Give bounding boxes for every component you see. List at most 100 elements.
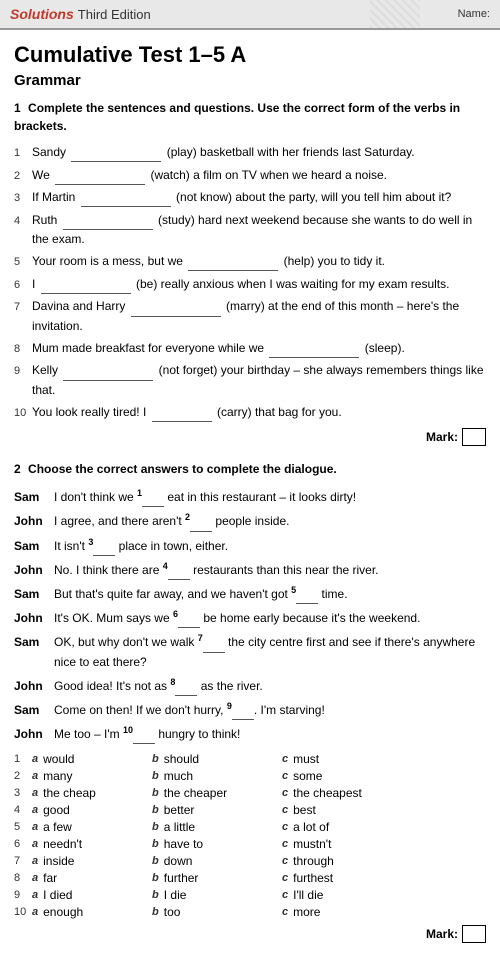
blank-2[interactable] [55, 171, 145, 185]
choice-7-b-label: b [152, 855, 159, 867]
choice-3-a[interactable]: a the cheap [32, 786, 152, 800]
dialogue-blank-5[interactable] [296, 591, 318, 604]
choice-7-c[interactable]: c through [282, 854, 402, 868]
sent-num-2: 2 [14, 168, 32, 186]
choice-2-b[interactable]: b much [152, 769, 282, 783]
choice-5-a[interactable]: a a few [32, 820, 152, 834]
choice-6-a[interactable]: a needn't [32, 837, 152, 851]
dialogue-blank-8[interactable] [175, 683, 197, 696]
sent-text-2: We (watch) a film on TV when we heard a … [32, 166, 486, 185]
sent-num-8: 8 [14, 341, 32, 359]
choice-7-a-text: inside [43, 854, 74, 868]
blank-7[interactable] [131, 303, 221, 317]
q2-mark-square [462, 925, 486, 943]
choice-4-a[interactable]: a good [32, 803, 152, 817]
sent-num-6: 6 [14, 277, 32, 295]
q1-mark-label: Mark: [426, 430, 458, 444]
blank-6[interactable] [41, 280, 131, 294]
sent-num-3: 3 [14, 190, 32, 208]
choice-7-b[interactable]: b down [152, 854, 282, 868]
dialogue-text-sam-5: Come on then! If we don't hurry, 9. I'm … [54, 699, 486, 720]
choice-8-a[interactable]: a far [32, 871, 152, 885]
dialogue-row-sam-2: Sam It isn't 3 place in town, either. [14, 535, 486, 556]
choice-9-a-text: I died [43, 888, 72, 902]
choice-6-c[interactable]: c mustn't [282, 837, 402, 851]
choice-5-b-label: b [152, 821, 159, 833]
dialogue-blank-1[interactable] [142, 494, 164, 507]
choice-8-c[interactable]: c furthest [282, 871, 402, 885]
choice-row-7: 7 a inside b down c through [14, 854, 486, 868]
dialogue-text-john-3: It's OK. Mum says we 6 be home early bec… [54, 607, 486, 628]
dialogue-row-john-5: John Me too – I'm 10 hungry to think! [14, 723, 486, 744]
blank-3[interactable] [81, 193, 171, 207]
choice-4-a-label: a [32, 804, 38, 816]
sentence-row-8: 8 Mum made breakfast for everyone while … [14, 339, 486, 359]
dialogue-blank-4[interactable] [168, 567, 190, 580]
sentence-row-1: 1 Sandy (play) basketball with her frien… [14, 143, 486, 163]
blank-9[interactable] [63, 367, 153, 381]
sent-num-4: 4 [14, 213, 32, 231]
choice-2-c-text: some [293, 769, 322, 783]
choice-6-c-label: c [282, 838, 288, 850]
choice-5-c[interactable]: c a lot of [282, 820, 402, 834]
choice-row-1: 1 a would b should c must [14, 752, 486, 766]
choice-8-b-label: b [152, 872, 159, 884]
choice-1-c[interactable]: c must [282, 752, 402, 766]
choice-8-b[interactable]: b further [152, 871, 282, 885]
choice-3-a-text: the cheap [43, 786, 96, 800]
choice-2-c[interactable]: c some [282, 769, 402, 783]
blank-1[interactable] [71, 148, 161, 162]
dialogue-text-sam-2: It isn't 3 place in town, either. [54, 535, 486, 556]
choice-4-b[interactable]: b better [152, 803, 282, 817]
choice-9-b[interactable]: b I die [152, 888, 282, 902]
choice-num-9: 9 [14, 889, 32, 901]
q2-mark-label: Mark: [426, 927, 458, 941]
choice-1-b[interactable]: b should [152, 752, 282, 766]
choice-9-c[interactable]: c I'll die [282, 888, 402, 902]
choice-3-b[interactable]: b the cheaper [152, 786, 282, 800]
blank-4[interactable] [63, 216, 153, 230]
choice-num-5: 5 [14, 821, 32, 833]
dialogue-text-john-4: Good idea! It's not as 8 as the river. [54, 675, 486, 696]
choice-6-b[interactable]: b have to [152, 837, 282, 851]
q2-instruction-text: Choose the correct answers to complete t… [28, 462, 337, 476]
sentence-row-5: 5 Your room is a mess, but we (help) you… [14, 252, 486, 272]
blank-8[interactable] [269, 344, 359, 358]
choice-row-9: 9 a I died b I die c I'll die [14, 888, 486, 902]
choice-10-a[interactable]: a enough [32, 905, 152, 919]
choice-1-a-label: a [32, 753, 38, 765]
dialogue-blank-2[interactable] [190, 519, 212, 532]
dialogue-blank-7[interactable] [203, 640, 225, 653]
dialogue-blank-3[interactable] [93, 543, 115, 556]
choice-5-c-text: a lot of [293, 820, 329, 834]
choice-4-c-text: best [293, 803, 316, 817]
choice-4-a-text: good [43, 803, 70, 817]
choice-3-c[interactable]: c the cheapest [282, 786, 402, 800]
choice-row-3: 3 a the cheap b the cheaper c the cheape… [14, 786, 486, 800]
choice-num-1: 1 [14, 753, 32, 765]
choice-2-a[interactable]: a many [32, 769, 152, 783]
choice-1-a[interactable]: a would [32, 752, 152, 766]
q1-mark-box: Mark: [426, 428, 486, 446]
choice-5-b[interactable]: b a little [152, 820, 282, 834]
logo-solutions-text: Solutions [10, 6, 74, 22]
choice-10-b[interactable]: b too [152, 905, 282, 919]
q1-instruction: 1 Complete the sentences and questions. … [14, 99, 486, 135]
choice-4-c[interactable]: c best [282, 803, 402, 817]
choice-10-c[interactable]: c more [282, 905, 402, 919]
blank-10[interactable] [152, 408, 212, 422]
sent-text-6: I (be) really anxious when I was waiting… [32, 275, 486, 294]
choice-9-c-label: c [282, 889, 288, 901]
dialogue-row-john-4: John Good idea! It's not as 8 as the riv… [14, 675, 486, 696]
dialogue-blank-6[interactable] [178, 615, 200, 628]
section-title: Grammar [14, 72, 486, 89]
choice-9-a[interactable]: a I died [32, 888, 152, 902]
choice-7-c-label: c [282, 855, 288, 867]
choice-row-8: 8 a far b further c furthest [14, 871, 486, 885]
blank-5[interactable] [188, 257, 278, 271]
sentence-row-2: 2 We (watch) a film on TV when we heard … [14, 166, 486, 186]
dialogue-blank-9[interactable] [232, 707, 254, 720]
sent-num-1: 1 [14, 145, 32, 163]
choice-7-a[interactable]: a inside [32, 854, 152, 868]
page-header: Solutions Third Edition Name: [0, 0, 500, 30]
